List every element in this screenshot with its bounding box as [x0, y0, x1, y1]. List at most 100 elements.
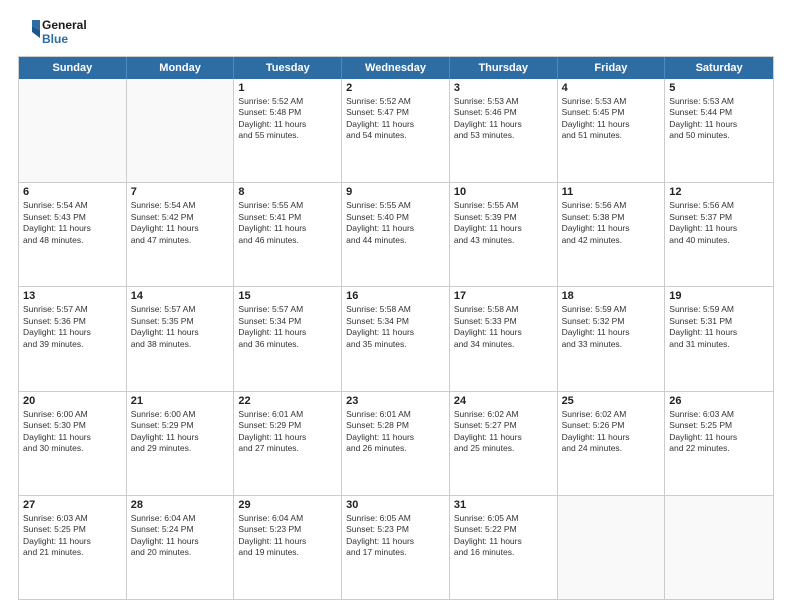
cell-line: Sunset: 5:34 PM [238, 316, 337, 327]
cell-line: and 50 minutes. [669, 130, 769, 141]
day-number: 10 [454, 186, 553, 198]
calendar-cell: 26Sunrise: 6:03 AMSunset: 5:25 PMDayligh… [665, 392, 773, 495]
day-number: 20 [23, 395, 122, 407]
calendar-row-0: 1Sunrise: 5:52 AMSunset: 5:48 PMDaylight… [19, 79, 773, 182]
cell-line: Daylight: 11 hours [238, 536, 337, 547]
day-number: 30 [346, 499, 445, 511]
day-number: 25 [562, 395, 661, 407]
cell-line: Sunset: 5:25 PM [669, 420, 769, 431]
header: General Blue [18, 18, 774, 46]
cell-line: Sunset: 5:47 PM [346, 107, 445, 118]
cell-line: Sunrise: 5:55 AM [346, 200, 445, 211]
header-cell-wednesday: Wednesday [342, 57, 450, 79]
calendar-cell: 22Sunrise: 6:01 AMSunset: 5:29 PMDayligh… [234, 392, 342, 495]
cell-line: and 25 minutes. [454, 443, 553, 454]
cell-line: Sunrise: 5:58 AM [454, 304, 553, 315]
day-number: 12 [669, 186, 769, 198]
calendar-cell: 3Sunrise: 5:53 AMSunset: 5:46 PMDaylight… [450, 79, 558, 182]
cell-line: Daylight: 11 hours [238, 432, 337, 443]
cell-line: Sunset: 5:40 PM [346, 212, 445, 223]
cell-line: Sunrise: 5:52 AM [346, 96, 445, 107]
cell-line: Daylight: 11 hours [346, 327, 445, 338]
day-number: 6 [23, 186, 122, 198]
cell-line: Sunset: 5:30 PM [23, 420, 122, 431]
cell-line: Daylight: 11 hours [454, 536, 553, 547]
calendar-cell: 15Sunrise: 5:57 AMSunset: 5:34 PMDayligh… [234, 287, 342, 390]
logo: General Blue [18, 18, 87, 46]
cell-line: Sunset: 5:22 PM [454, 524, 553, 535]
cell-line: Sunset: 5:35 PM [131, 316, 230, 327]
cell-line: and 22 minutes. [669, 443, 769, 454]
cell-line: and 21 minutes. [23, 547, 122, 558]
cell-line: Sunrise: 5:55 AM [454, 200, 553, 211]
calendar-cell: 12Sunrise: 5:56 AMSunset: 5:37 PMDayligh… [665, 183, 773, 286]
cell-line: Daylight: 11 hours [346, 536, 445, 547]
calendar-row-2: 13Sunrise: 5:57 AMSunset: 5:36 PMDayligh… [19, 286, 773, 390]
day-number: 7 [131, 186, 230, 198]
calendar-cell: 5Sunrise: 5:53 AMSunset: 5:44 PMDaylight… [665, 79, 773, 182]
cell-line: Sunrise: 6:01 AM [238, 409, 337, 420]
day-number: 4 [562, 82, 661, 94]
cell-line: Daylight: 11 hours [669, 119, 769, 130]
calendar-row-4: 27Sunrise: 6:03 AMSunset: 5:25 PMDayligh… [19, 495, 773, 599]
calendar-cell: 1Sunrise: 5:52 AMSunset: 5:48 PMDaylight… [234, 79, 342, 182]
cell-line: Daylight: 11 hours [669, 223, 769, 234]
cell-line: Daylight: 11 hours [454, 432, 553, 443]
cell-line: and 53 minutes. [454, 130, 553, 141]
calendar-cell: 27Sunrise: 6:03 AMSunset: 5:25 PMDayligh… [19, 496, 127, 599]
day-number: 19 [669, 290, 769, 302]
cell-line: Sunrise: 6:00 AM [131, 409, 230, 420]
cell-line: Daylight: 11 hours [346, 119, 445, 130]
cell-line: Sunset: 5:41 PM [238, 212, 337, 223]
day-number: 16 [346, 290, 445, 302]
day-number: 26 [669, 395, 769, 407]
cell-line: Daylight: 11 hours [562, 119, 661, 130]
cell-line: Sunset: 5:43 PM [23, 212, 122, 223]
calendar-cell: 30Sunrise: 6:05 AMSunset: 5:23 PMDayligh… [342, 496, 450, 599]
day-number: 29 [238, 499, 337, 511]
calendar-cell [665, 496, 773, 599]
cell-line: Sunrise: 6:05 AM [346, 513, 445, 524]
cell-line: and 43 minutes. [454, 235, 553, 246]
cell-line: Daylight: 11 hours [346, 432, 445, 443]
cell-line: and 54 minutes. [346, 130, 445, 141]
day-number: 13 [23, 290, 122, 302]
cell-line: Daylight: 11 hours [23, 327, 122, 338]
header-cell-tuesday: Tuesday [234, 57, 342, 79]
cell-line: Sunrise: 5:53 AM [454, 96, 553, 107]
cell-line: Sunset: 5:39 PM [454, 212, 553, 223]
cell-line: Daylight: 11 hours [23, 432, 122, 443]
calendar-cell: 25Sunrise: 6:02 AMSunset: 5:26 PMDayligh… [558, 392, 666, 495]
cell-line: Daylight: 11 hours [562, 432, 661, 443]
cell-line: Sunset: 5:28 PM [346, 420, 445, 431]
cell-line: Sunrise: 5:53 AM [669, 96, 769, 107]
cell-line: Sunset: 5:44 PM [669, 107, 769, 118]
day-number: 28 [131, 499, 230, 511]
cell-line: and 29 minutes. [131, 443, 230, 454]
cell-line: Daylight: 11 hours [346, 223, 445, 234]
logo-graphic [18, 18, 40, 46]
cell-line: Daylight: 11 hours [131, 327, 230, 338]
cell-line: Sunrise: 6:00 AM [23, 409, 122, 420]
calendar-cell: 24Sunrise: 6:02 AMSunset: 5:27 PMDayligh… [450, 392, 558, 495]
calendar-cell: 21Sunrise: 6:00 AMSunset: 5:29 PMDayligh… [127, 392, 235, 495]
calendar-cell: 16Sunrise: 5:58 AMSunset: 5:34 PMDayligh… [342, 287, 450, 390]
cell-line: Sunset: 5:32 PM [562, 316, 661, 327]
cell-line: Sunset: 5:38 PM [562, 212, 661, 223]
day-number: 11 [562, 186, 661, 198]
cell-line: Sunrise: 6:04 AM [131, 513, 230, 524]
header-cell-monday: Monday [127, 57, 235, 79]
cell-line: Sunrise: 5:57 AM [238, 304, 337, 315]
day-number: 9 [346, 186, 445, 198]
cell-line: and 17 minutes. [346, 547, 445, 558]
cell-line: Daylight: 11 hours [131, 223, 230, 234]
calendar-cell: 29Sunrise: 6:04 AMSunset: 5:23 PMDayligh… [234, 496, 342, 599]
calendar-cell: 18Sunrise: 5:59 AMSunset: 5:32 PMDayligh… [558, 287, 666, 390]
cell-line: Sunset: 5:24 PM [131, 524, 230, 535]
logo-general: General [42, 18, 87, 32]
cell-line: Sunset: 5:29 PM [131, 420, 230, 431]
cell-line: Sunrise: 6:04 AM [238, 513, 337, 524]
calendar-body: 1Sunrise: 5:52 AMSunset: 5:48 PMDaylight… [19, 79, 773, 599]
cell-line: Sunrise: 5:58 AM [346, 304, 445, 315]
day-number: 22 [238, 395, 337, 407]
